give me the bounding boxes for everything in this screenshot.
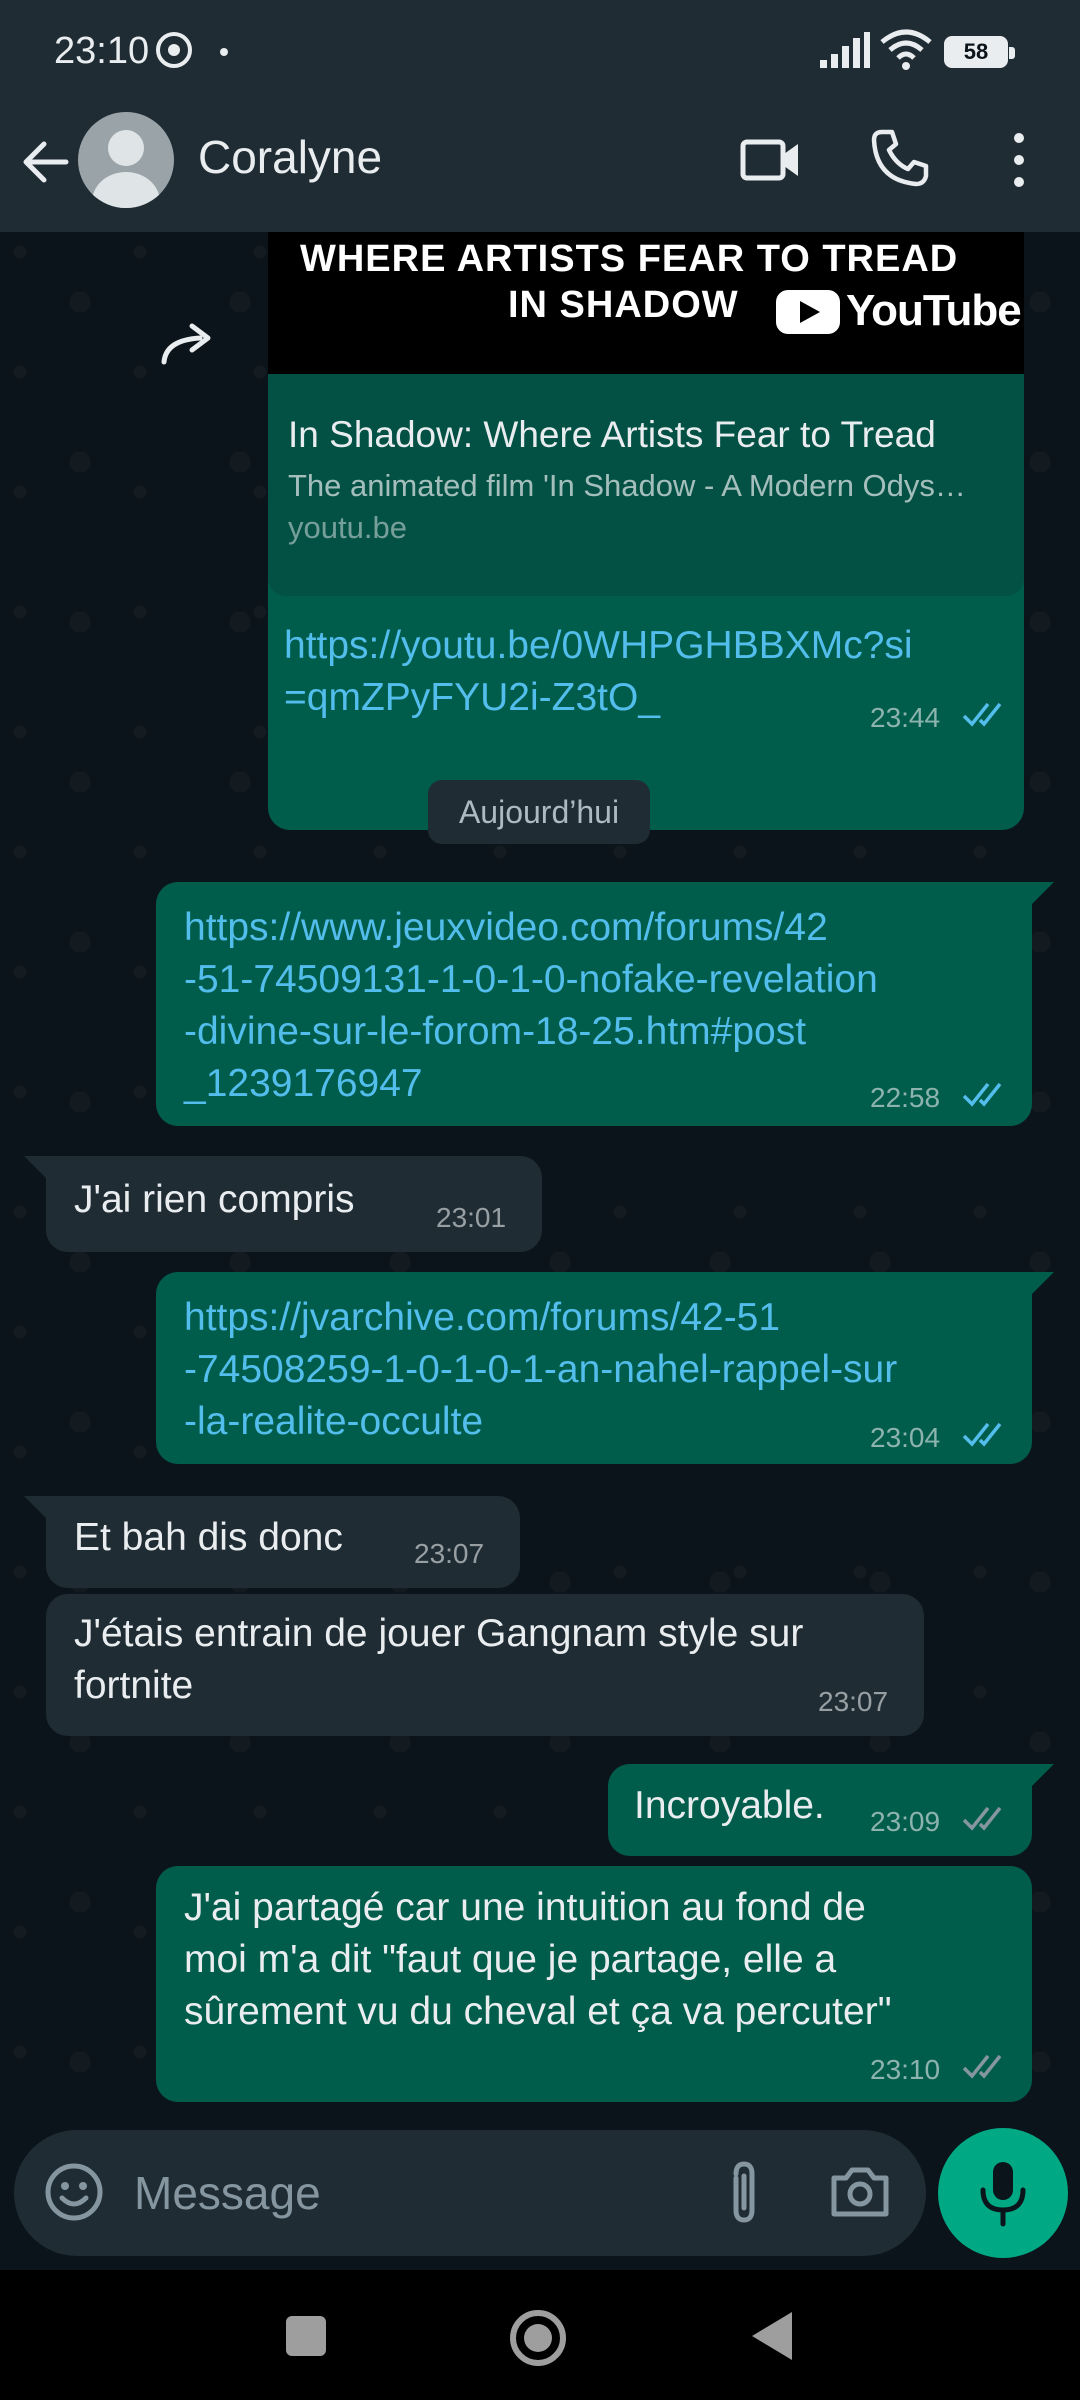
message-time: 23:44 bbox=[870, 702, 941, 733]
link-preview-domain: youtu.be bbox=[288, 510, 407, 545]
notification-icon bbox=[156, 32, 192, 68]
outgoing-message[interactable]: https://www.jeuxvideo.com/forums/42 -51-… bbox=[156, 882, 1032, 1126]
message-time: 23:04 bbox=[870, 1422, 941, 1453]
youtube-logo: YouTube bbox=[776, 286, 1022, 338]
link-preview-info[interactable]: In Shadow: Where Artists Fear to Tread T… bbox=[268, 374, 1024, 596]
read-ticks-icon bbox=[962, 1422, 1002, 1447]
contact-name[interactable]: Coralyne bbox=[198, 130, 382, 184]
date-separator: Aujourd’hui bbox=[428, 780, 650, 844]
message-input[interactable] bbox=[134, 2158, 694, 2228]
video-call-icon[interactable] bbox=[740, 134, 802, 184]
avatar[interactable] bbox=[78, 112, 174, 208]
incoming-message[interactable]: J'étais entrain de jouer Gangnam style s… bbox=[46, 1594, 924, 1736]
message-time: 23:10 bbox=[870, 2054, 941, 2085]
camera-icon[interactable] bbox=[828, 2160, 892, 2224]
youtube-play-icon bbox=[776, 290, 840, 334]
message-text: J'ai partagé car une intuition au fond d… bbox=[184, 1886, 892, 2033]
back-arrow-icon[interactable] bbox=[18, 134, 74, 190]
more-options-icon[interactable] bbox=[1004, 130, 1034, 190]
thumbnail-title-line1: WHERE ARTISTS FEAR TO TREAD bbox=[300, 238, 959, 280]
incoming-message[interactable]: J'ai rien compris 23:01 bbox=[46, 1156, 542, 1252]
wifi-icon bbox=[880, 29, 932, 70]
link-preview-title: In Shadow: Where Artists Fear to Tread bbox=[288, 414, 936, 455]
signal-icon bbox=[820, 32, 870, 68]
outgoing-message[interactable]: Incroyable. 23:09 bbox=[608, 1764, 1032, 1856]
chat-header: Coralyne bbox=[0, 104, 1080, 232]
message-link[interactable]: https://youtu.be/0WHPGHBBXMc?si =qmZPyFY… bbox=[284, 620, 913, 724]
message-link[interactable]: https://jvarchive.com/forums/42-51 -7450… bbox=[184, 1292, 897, 1448]
link-preview-description: The animated film 'In Shadow - A Modern … bbox=[288, 468, 966, 503]
microphone-icon bbox=[980, 2162, 1026, 2227]
delivered-ticks-icon bbox=[962, 2054, 1002, 2079]
attach-icon[interactable] bbox=[714, 2158, 774, 2228]
battery-icon: 58 bbox=[944, 36, 1015, 68]
read-ticks-icon bbox=[962, 1082, 1002, 1107]
message-text: Incroyable. bbox=[634, 1784, 825, 1827]
system-back-button[interactable] bbox=[752, 2312, 792, 2360]
outgoing-message[interactable]: J'ai partagé car une intuition au fond d… bbox=[156, 1866, 1032, 2102]
system-nav-bar bbox=[0, 2270, 1080, 2400]
read-ticks-icon bbox=[962, 702, 1002, 727]
emoji-icon[interactable] bbox=[42, 2160, 106, 2224]
status-bar: 23:10 58 bbox=[0, 0, 1080, 104]
message-text: Et bah dis donc bbox=[74, 1516, 343, 1559]
delivered-ticks-icon bbox=[962, 1806, 1002, 1831]
message-time: 23:07 bbox=[414, 1538, 485, 1569]
outgoing-message[interactable]: https://jvarchive.com/forums/42-51 -7450… bbox=[156, 1272, 1032, 1464]
message-composer bbox=[14, 2130, 926, 2256]
message-time: 22:58 bbox=[870, 1082, 941, 1113]
recents-button[interactable] bbox=[286, 2316, 326, 2356]
more-notifications-dot bbox=[220, 48, 228, 56]
home-button[interactable] bbox=[510, 2310, 566, 2366]
incoming-message[interactable]: Et bah dis donc 23:07 bbox=[46, 1496, 520, 1588]
status-time: 23:10 bbox=[54, 30, 150, 72]
chat-area[interactable]: WHERE ARTISTS FEAR TO TREAD IN SHADOW Yo… bbox=[0, 232, 1080, 2128]
message-text: J'étais entrain de jouer Gangnam style s… bbox=[74, 1612, 804, 1707]
message-time: 23:07 bbox=[818, 1686, 889, 1717]
forward-icon[interactable] bbox=[156, 320, 222, 370]
message-link[interactable]: https://www.jeuxvideo.com/forums/42 -51-… bbox=[184, 902, 878, 1110]
message-text: J'ai rien compris bbox=[74, 1178, 355, 1221]
voice-message-button[interactable] bbox=[938, 2128, 1068, 2258]
message-time: 23:09 bbox=[870, 1806, 941, 1837]
message-time: 23:01 bbox=[436, 1202, 507, 1233]
phone-call-icon[interactable] bbox=[870, 128, 930, 188]
thumbnail-title-line2: IN SHADOW bbox=[508, 284, 739, 326]
